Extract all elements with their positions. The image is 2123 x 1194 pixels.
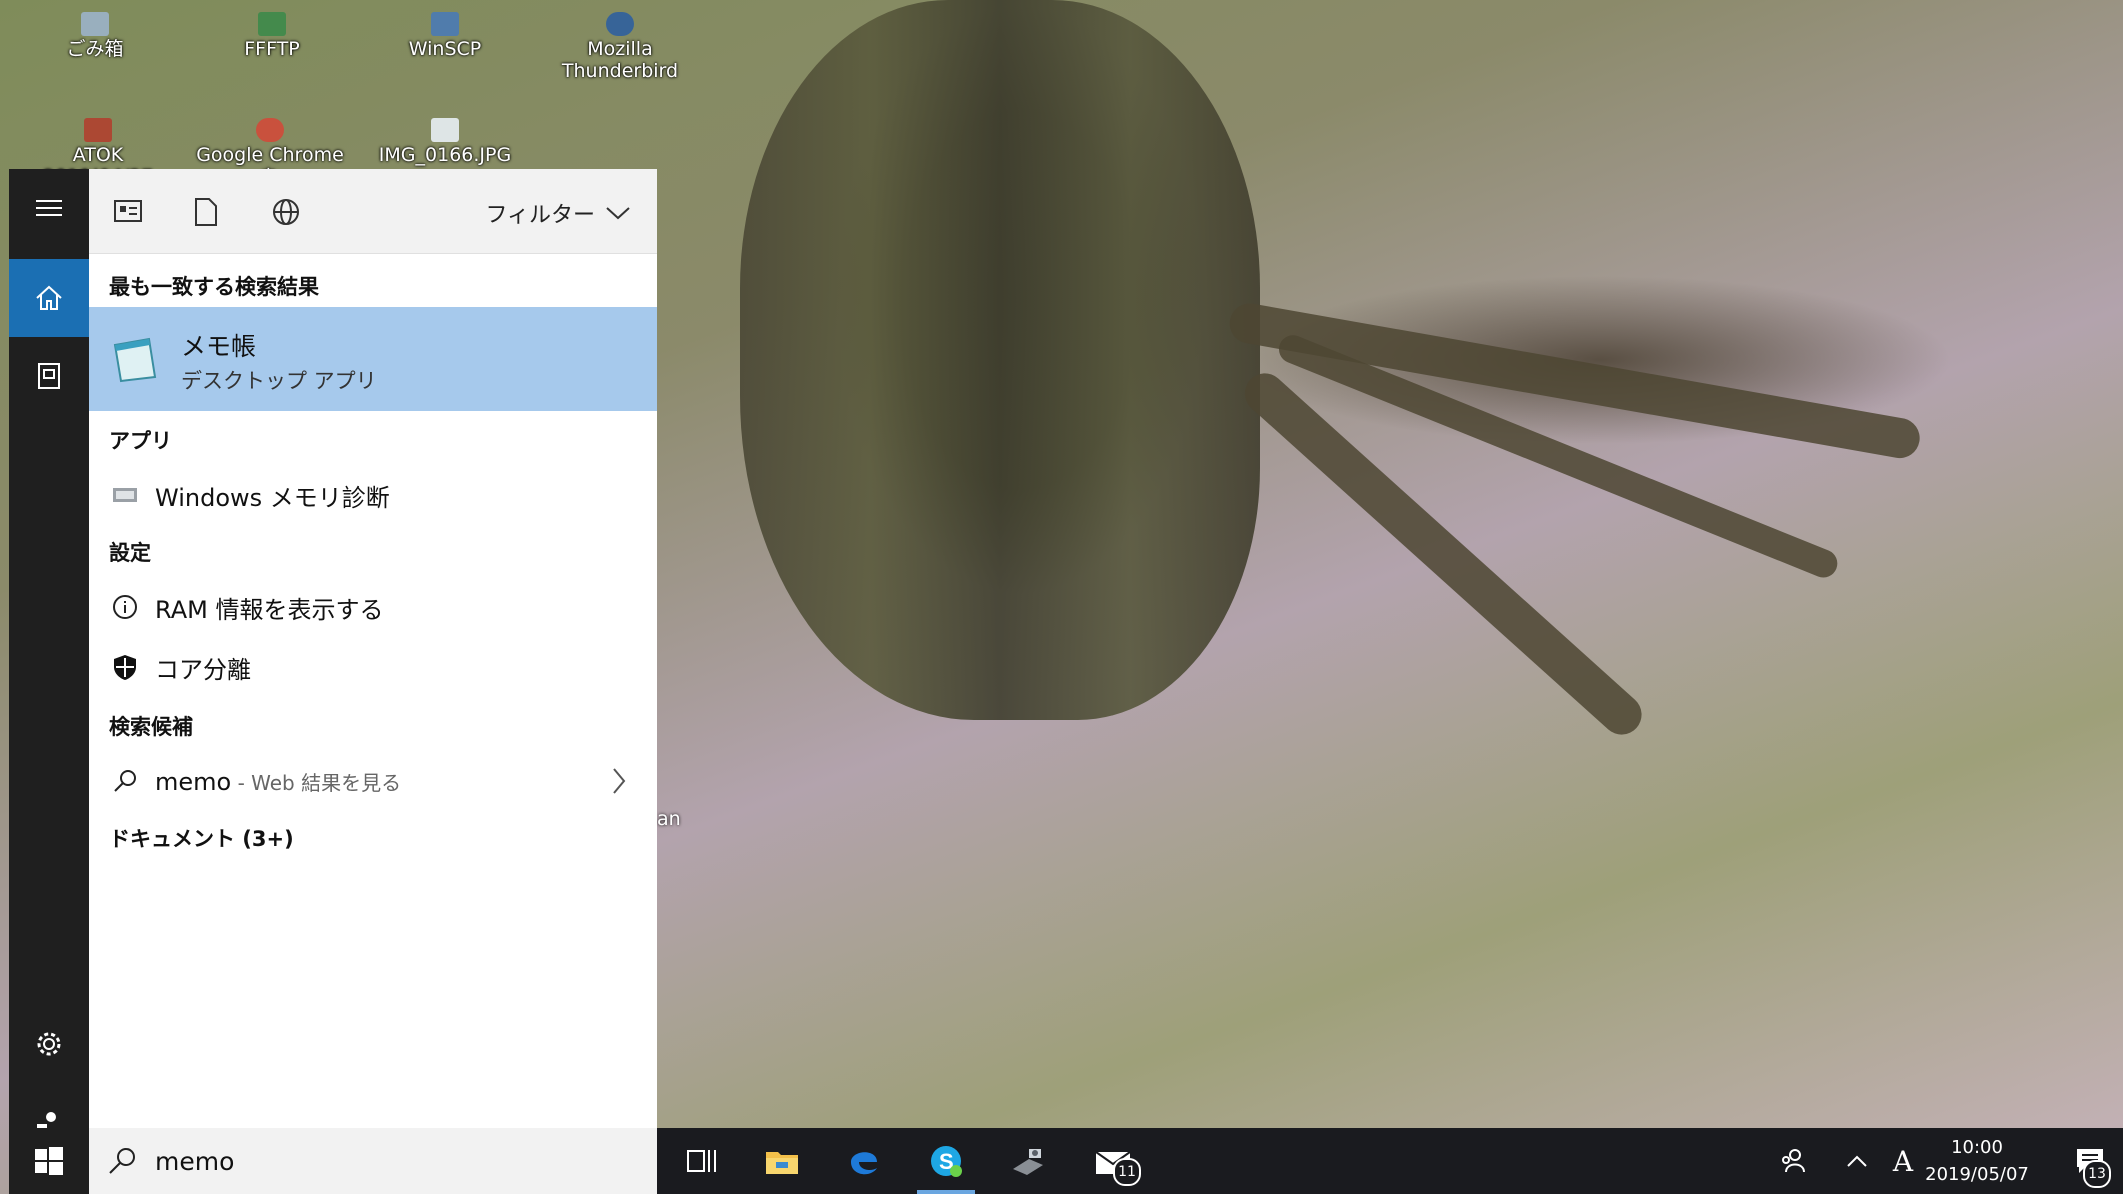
- home-button[interactable]: [9, 259, 89, 337]
- suggestion-query: memo: [155, 767, 232, 796]
- chevron-up-icon: [1847, 1155, 1867, 1167]
- clock-date: 2019/05/07: [1925, 1164, 2029, 1185]
- result-ram-info[interactable]: RAM 情報を表示する: [89, 579, 657, 635]
- result-label: Windows メモリ診断: [155, 483, 390, 512]
- thunderbird-icon: [606, 12, 634, 36]
- result-core-isolation[interactable]: コア分離: [89, 639, 657, 695]
- result-windows-memory-diagnostic[interactable]: Windows メモリ診断: [89, 467, 657, 523]
- search-icon: [107, 768, 143, 794]
- partial-desktop-label: an: [657, 808, 681, 830]
- apps-header: アプリ: [109, 429, 172, 453]
- skype-icon: S: [931, 1146, 962, 1177]
- gear-icon: [37, 1032, 61, 1056]
- notebook-button[interactable]: [9, 337, 89, 415]
- winscp-icon: [431, 12, 459, 36]
- search-filter-toolbar: フィルター: [89, 169, 657, 254]
- folder-icon: [766, 1152, 798, 1174]
- taskbar-file-explorer[interactable]: [747, 1128, 817, 1194]
- notepad-icon: [113, 337, 157, 383]
- desktop-icon-recycle-bin[interactable]: ごみ箱: [35, 12, 155, 60]
- shield-icon: [107, 653, 143, 681]
- filter-dropdown[interactable]: フィルター: [485, 197, 631, 229]
- atok-icon: [84, 118, 112, 142]
- result-label: コア分離: [155, 655, 251, 684]
- info-icon: [107, 594, 143, 620]
- desktop-icon-thunderbird[interactable]: Mozilla Thunderbird: [560, 12, 680, 82]
- suggestion-suffix: - Web 結果を見る: [231, 770, 402, 795]
- taskbar: S 11 A 10:00 2019/05/07 13: [657, 1128, 2123, 1194]
- tree-trunk: [740, 0, 1260, 720]
- hamburger-menu-button[interactable]: [9, 169, 89, 247]
- apps-filter-button[interactable]: [113, 197, 145, 227]
- best-match-header: 最も一致する検索結果: [109, 275, 319, 299]
- taskbar-edge[interactable]: [829, 1128, 899, 1194]
- desktop-icon-ffftp[interactable]: FFFTP: [212, 12, 332, 60]
- start-rail: [9, 169, 89, 1194]
- start-button[interactable]: [9, 1128, 89, 1194]
- notifications-badge: 13: [2083, 1160, 2111, 1188]
- home-icon: [36, 285, 62, 310]
- clock-time: 10:00: [1951, 1137, 2003, 1158]
- best-match-subtitle: デスクトップ アプリ: [181, 369, 377, 393]
- ffftp-icon: [258, 12, 286, 36]
- chevron-right-icon: [613, 768, 626, 794]
- document-icon: [195, 198, 217, 226]
- remote-computer-icon: [1013, 1149, 1043, 1175]
- image-file-icon: [431, 118, 459, 142]
- search-input[interactable]: [153, 1145, 597, 1177]
- taskbar-remote-desktop[interactable]: [993, 1128, 1063, 1194]
- windows-logo-icon: [35, 1147, 63, 1175]
- search-suggestions-header: 検索候補: [109, 715, 193, 739]
- documents-filter-button[interactable]: [193, 197, 225, 227]
- edge-icon: [851, 1152, 877, 1175]
- hamburger-icon: [36, 200, 62, 216]
- search-box[interactable]: [89, 1128, 657, 1194]
- search-icon: [109, 1148, 135, 1174]
- settings-header: 設定: [109, 541, 151, 565]
- notebook-icon: [38, 363, 60, 389]
- taskbar-skype[interactable]: S: [911, 1128, 981, 1194]
- taskbar-mail[interactable]: 11: [1075, 1128, 1151, 1194]
- task-view-button[interactable]: [667, 1128, 737, 1194]
- memory-diagnostic-icon: [107, 485, 143, 505]
- documents-header[interactable]: ドキュメント (3+): [109, 823, 294, 853]
- web-filter-button[interactable]: [271, 197, 303, 227]
- settings-button[interactable]: [9, 1009, 89, 1079]
- globe-icon: [273, 199, 299, 225]
- app-window-icon: [114, 200, 142, 222]
- show-hidden-icons-button[interactable]: [1837, 1128, 1877, 1194]
- taskbar-clock[interactable]: 10:00 2019/05/07: [1907, 1134, 2047, 1188]
- best-match-result-notepad[interactable]: メモ帳 デスクトップ アプリ: [89, 307, 657, 411]
- web-suggestion-memo[interactable]: memo - Web 結果を見る: [89, 753, 657, 809]
- action-center-button[interactable]: 13: [2057, 1128, 2123, 1194]
- chrome-icon: [256, 118, 284, 142]
- recycle-bin-icon: [81, 12, 109, 36]
- mail-badge: 11: [1113, 1158, 1141, 1186]
- filter-label: フィルター: [485, 203, 595, 228]
- chevron-down-icon: [606, 207, 630, 220]
- people-button[interactable]: [1767, 1128, 1817, 1194]
- result-label: RAM 情報を表示する: [155, 595, 384, 624]
- desktop-icon-img[interactable]: IMG_0166.JPG: [365, 118, 525, 166]
- best-match-title: メモ帳: [181, 332, 257, 361]
- people-icon: [1782, 1149, 1805, 1173]
- search-results-panel: フィルター 最も一致する検索結果 メモ帳 デスクトップ アプリ アプリ Wind…: [89, 169, 657, 1128]
- task-view-icon: [687, 1150, 716, 1172]
- desktop-icon-winscp[interactable]: WinSCP: [385, 12, 505, 60]
